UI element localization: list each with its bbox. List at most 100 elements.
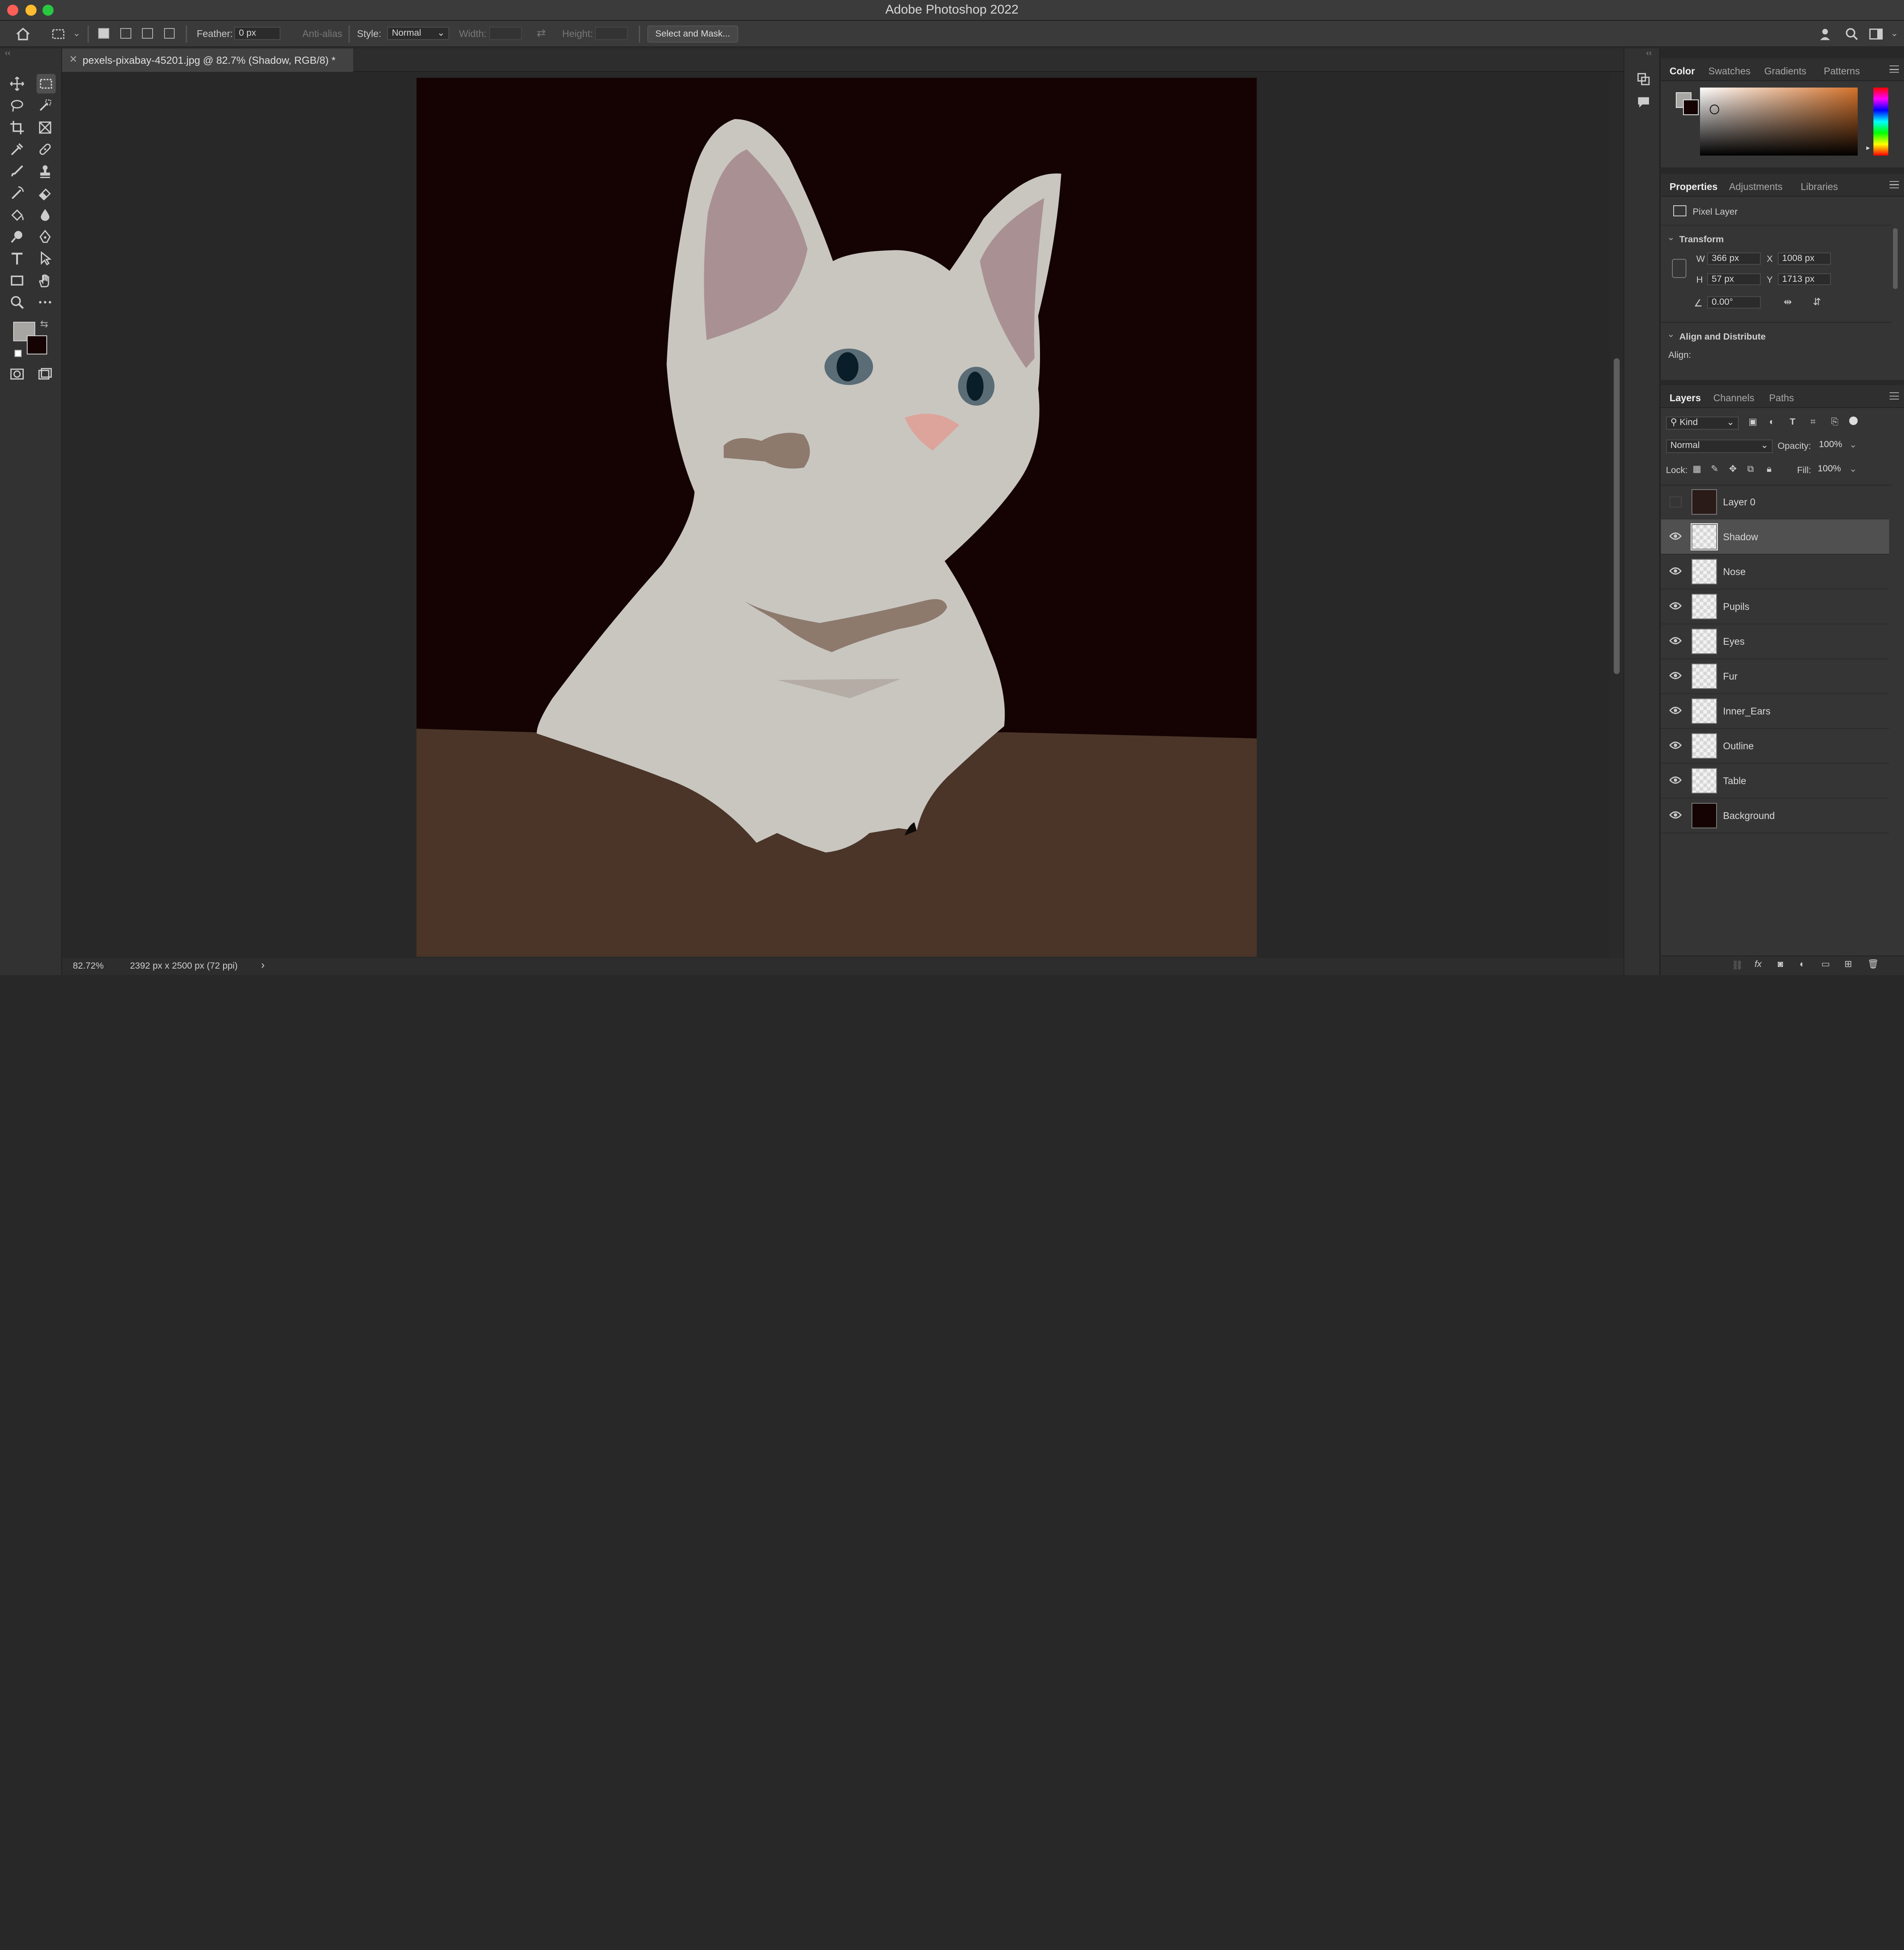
lock-transparent-icon[interactable]: ▦ xyxy=(1693,464,1701,474)
chevron-down-icon[interactable]: ⌄ xyxy=(1667,329,1675,340)
tab-properties[interactable]: Properties xyxy=(1669,181,1717,193)
eye-icon[interactable] xyxy=(1669,566,1682,576)
status-arrow-icon[interactable]: › xyxy=(261,959,265,972)
panel-menu-icon[interactable] xyxy=(1889,65,1899,73)
intersect-selection-icon[interactable] xyxy=(164,28,175,39)
tab-channels[interactable]: Channels xyxy=(1713,392,1754,404)
new-group-icon[interactable]: ▭ xyxy=(1821,959,1830,969)
lock-artboard-icon[interactable]: ⧉ xyxy=(1747,464,1754,474)
layer-row[interactable]: Eyes xyxy=(1661,624,1890,659)
frame-tool-icon[interactable] xyxy=(37,119,54,136)
vertical-scrollbar[interactable] xyxy=(1613,358,1620,674)
height-input[interactable]: 57 px xyxy=(1707,273,1761,286)
visibility-box[interactable] xyxy=(1669,496,1682,508)
lock-pixels-icon[interactable]: ✎ xyxy=(1711,464,1719,474)
eye-icon[interactable] xyxy=(1669,810,1682,820)
add-mask-icon[interactable]: ◙ xyxy=(1778,959,1783,969)
more-tools-icon[interactable] xyxy=(37,294,54,311)
background-color-swatch[interactable] xyxy=(26,335,48,355)
swap-colors-icon[interactable]: ⇆ xyxy=(40,318,48,330)
width-input[interactable]: 366 px xyxy=(1707,252,1761,265)
lock-position-icon[interactable]: ✥ xyxy=(1729,464,1737,474)
adjustment-layer-icon[interactable]: ◐ xyxy=(1799,959,1805,969)
blur-tool-icon[interactable] xyxy=(37,207,54,224)
history-brush-icon[interactable] xyxy=(8,184,26,201)
comments-icon[interactable] xyxy=(1635,94,1652,111)
tab-patterns[interactable]: Patterns xyxy=(1824,65,1860,77)
lasso-tool-icon[interactable] xyxy=(8,97,26,114)
antialias-label[interactable]: Anti-alias xyxy=(302,28,342,40)
zoom-tool-icon[interactable] xyxy=(8,294,26,311)
tab-adjustments[interactable]: Adjustments xyxy=(1729,181,1782,193)
chevron-down-icon[interactable]: ⌄ xyxy=(73,28,80,39)
layer-row[interactable]: Nose xyxy=(1661,554,1890,590)
share-icon[interactable] xyxy=(1818,26,1835,43)
chevron-down-icon[interactable]: ⌄ xyxy=(1667,232,1675,243)
quick-mask-icon[interactable] xyxy=(8,366,26,383)
color-field[interactable] xyxy=(1700,87,1858,156)
hue-pointer-icon[interactable]: ▸ xyxy=(1866,143,1870,152)
x-input[interactable]: 1008 px xyxy=(1777,252,1831,265)
eye-icon[interactable] xyxy=(1669,740,1682,750)
layer-row[interactable]: Background xyxy=(1661,798,1890,833)
add-selection-icon[interactable] xyxy=(120,28,131,39)
lock-all-icon[interactable]: 🔒︎ xyxy=(1767,464,1771,474)
link-layers-icon[interactable]: ⛓ xyxy=(1731,960,1743,971)
filter-smart-object-icon[interactable]: ⎘ xyxy=(1831,417,1838,427)
eyedropper-tool-icon[interactable] xyxy=(8,141,26,158)
object-select-icon[interactable] xyxy=(37,97,54,114)
chevron-down-icon[interactable]: ⌄ xyxy=(1890,28,1898,39)
marquee-preset-icon[interactable] xyxy=(50,26,67,43)
blend-mode-select[interactable]: Normal ⌄ xyxy=(1666,439,1773,453)
fill-input[interactable]: 100% xyxy=(1814,464,1853,477)
layer-row[interactable]: Layer 0 xyxy=(1661,485,1890,520)
flip-horizontal-icon[interactable]: ⇹ xyxy=(1784,296,1792,308)
filter-pixel-icon[interactable]: ▣ xyxy=(1748,417,1757,427)
layer-row[interactable]: Outline xyxy=(1661,728,1890,764)
eye-icon[interactable] xyxy=(1669,636,1682,646)
type-tool-icon[interactable] xyxy=(8,250,26,267)
eraser-tool-icon[interactable] xyxy=(37,184,54,201)
new-layer-icon[interactable]: ⊞ xyxy=(1844,959,1852,969)
layer-row[interactable]: Fur xyxy=(1661,659,1890,694)
tab-paths[interactable]: Paths xyxy=(1769,392,1794,404)
rectangle-tool-icon[interactable] xyxy=(8,272,26,289)
stamp-tool-icon[interactable] xyxy=(37,163,54,180)
properties-scrollbar[interactable] xyxy=(1893,228,1898,289)
default-colors-icon[interactable] xyxy=(14,349,22,357)
pen-tool-icon[interactable] xyxy=(37,228,54,245)
layer-row[interactable]: Table xyxy=(1661,763,1890,799)
filter-adjustment-icon[interactable]: ◐ xyxy=(1769,417,1775,427)
y-input[interactable]: 1713 px xyxy=(1777,273,1831,286)
search-icon[interactable] xyxy=(1843,26,1860,43)
color-picker-cursor[interactable] xyxy=(1709,104,1720,114)
healing-brush-icon[interactable] xyxy=(37,141,54,158)
path-selection-icon[interactable] xyxy=(37,250,54,267)
expand-panels-icon[interactable]: ‹‹ xyxy=(1646,48,1652,58)
layer-row[interactable]: Shadow xyxy=(1661,519,1890,555)
chevron-down-icon[interactable]: ⌄ xyxy=(1849,439,1857,450)
brush-tool-icon[interactable] xyxy=(8,163,26,180)
layer-filter-kind[interactable]: ⚲ Kind ⌄ xyxy=(1666,416,1739,430)
canvas-area[interactable] xyxy=(62,73,1610,969)
bg-color-chip[interactable] xyxy=(1683,99,1699,116)
screen-mode-icon[interactable] xyxy=(37,366,54,383)
filter-toggle-icon[interactable] xyxy=(1849,416,1858,425)
flip-vertical-icon[interactable]: ⇵ xyxy=(1813,296,1821,308)
style-select[interactable]: Normal ⌄ xyxy=(387,26,450,40)
panel-menu-icon[interactable] xyxy=(1889,181,1899,188)
eye-icon[interactable] xyxy=(1669,775,1682,785)
tab-color[interactable]: Color xyxy=(1669,65,1695,77)
workspace-icon[interactable] xyxy=(1867,26,1884,43)
home-icon[interactable] xyxy=(14,26,31,43)
chevron-down-icon[interactable]: ⌄ xyxy=(1849,464,1857,474)
tab-swatches[interactable]: Swatches xyxy=(1708,65,1751,77)
new-selection-icon[interactable] xyxy=(98,28,110,39)
document-canvas[interactable] xyxy=(416,77,1257,957)
paint-bucket-icon[interactable] xyxy=(8,207,26,224)
eye-icon[interactable] xyxy=(1669,531,1682,541)
eye-icon[interactable] xyxy=(1669,671,1682,680)
dodge-tool-icon[interactable] xyxy=(8,228,26,245)
marquee-tool-icon[interactable] xyxy=(36,74,56,94)
zoom-level[interactable]: 82.72% xyxy=(73,961,104,971)
